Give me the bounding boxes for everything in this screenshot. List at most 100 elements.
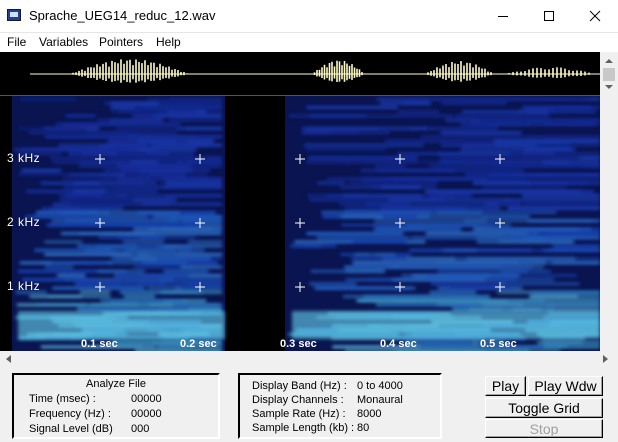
spectral-streak (173, 304, 222, 306)
spectral-streak (467, 258, 576, 260)
spectral-streak (118, 237, 195, 239)
spectral-streak (353, 241, 407, 243)
spectral-streak (162, 228, 222, 230)
frequency-label: Frequency (Hz) : (29, 408, 111, 420)
spectral-streak (484, 216, 530, 218)
display-band-label: Display Band (Hz) : (252, 380, 347, 392)
title-bar: Sprache_UEG14_reduc_12.wav (0, 0, 618, 33)
menu-pointers[interactable]: Pointers (99, 35, 143, 49)
minimize-button[interactable] (480, 0, 526, 32)
sample-rate-label: Sample Rate (Hz) : (252, 408, 346, 420)
spectral-streak (526, 237, 600, 239)
stop-button[interactable]: Stop (485, 419, 603, 438)
spectral-streak (36, 211, 109, 213)
spectral-streak (181, 266, 222, 268)
spectral-streak (317, 182, 344, 184)
spectral-streak (317, 237, 409, 239)
spectral-streak (97, 262, 187, 264)
spectral-streak (553, 245, 600, 247)
spectral-streak (304, 144, 423, 146)
spectral-streak (546, 232, 600, 234)
spectral-streak (105, 211, 180, 213)
spectral-streak (177, 127, 222, 129)
spectral-streak (421, 300, 545, 302)
close-button[interactable] (572, 0, 618, 32)
horizontal-scrollbar[interactable] (0, 351, 618, 367)
spectral-streak (524, 98, 582, 100)
spectral-floor (18, 311, 225, 339)
display-band-value: 0 to 4000 (357, 380, 403, 392)
spectral-streak (500, 283, 580, 285)
control-area: Analyze File Time (msec) : 00000 Frequen… (0, 367, 618, 442)
spectral-streak (357, 300, 425, 302)
spectral-streak (524, 148, 571, 150)
spectral-streak (469, 308, 553, 310)
spectral-streak (364, 295, 490, 297)
spectral-streak (380, 102, 415, 104)
spectral-streak (77, 308, 161, 310)
menu-file[interactable]: File (7, 35, 26, 49)
spectral-streak (152, 144, 222, 146)
spectral-streak (479, 119, 574, 121)
sample-length-label: Sample Length (kb) : (252, 422, 354, 434)
time-label-0-4: 0.4 sec (380, 338, 417, 350)
spectral-streak (548, 308, 600, 310)
spectral-streak (483, 186, 567, 188)
spectral-streak (147, 98, 190, 100)
spectral-streak (537, 342, 600, 344)
maximize-button[interactable] (526, 0, 572, 32)
spectral-streak (21, 169, 61, 171)
waveform-display[interactable] (0, 52, 600, 95)
spectral-streak (110, 119, 163, 121)
spectral-streak (531, 291, 600, 293)
spectral-streak (29, 295, 81, 297)
spectral-streak (524, 136, 600, 138)
spectral-streak (435, 262, 546, 264)
spectral-streak (331, 132, 390, 134)
spectral-streak (487, 228, 591, 230)
spectral-streak (64, 186, 163, 188)
spectral-streak (523, 106, 591, 108)
spectral-streak (178, 249, 204, 251)
play-window-button[interactable]: Play Wdw (528, 376, 603, 396)
spectral-streak (124, 295, 155, 297)
spectral-streak (442, 102, 507, 104)
spectral-streak (306, 148, 386, 150)
freq-label-2khz: 2 kHz (7, 215, 40, 229)
spectral-streak (69, 174, 186, 176)
menu-variables[interactable]: Variables (39, 35, 88, 49)
spectral-streak (523, 153, 600, 155)
spectral-streak (91, 304, 173, 306)
waveform-scrollbar[interactable] (600, 52, 618, 96)
scroll-up-icon (605, 59, 613, 63)
play-button[interactable]: Play (485, 376, 526, 396)
spectral-streak (306, 232, 403, 234)
time-label-0-2: 0.2 sec (180, 338, 217, 350)
spectral-streak (61, 232, 156, 234)
spectral-streak (504, 199, 600, 201)
spectral-streak (438, 270, 551, 272)
spectral-streak (536, 144, 600, 146)
spectral-streak (45, 266, 73, 268)
sample-length-value: 80 (357, 422, 369, 434)
spectral-streak (421, 136, 522, 138)
spectral-streak (536, 140, 600, 142)
file-info-panel: Display Band (Hz) : 0 to 4000 Display Ch… (238, 373, 442, 439)
spectral-streak (101, 300, 183, 302)
spectrogram-display[interactable]: 3 kHz 2 kHz 1 kHz 0.1 sec 0.2 sec 0.3 se… (0, 96, 600, 351)
menu-help[interactable]: Help (156, 35, 181, 49)
spectral-streak (20, 98, 76, 100)
spectral-streak (488, 178, 600, 180)
window-title: Sprache_UEG14_reduc_12.wav (29, 8, 215, 23)
spectral-streak (462, 111, 547, 113)
spectral-streak (74, 190, 106, 192)
freq-label-1khz: 1 kHz (7, 279, 40, 293)
spectral-streak (430, 291, 477, 293)
spectral-streak (444, 249, 477, 251)
spectral-streak (131, 161, 158, 163)
toggle-grid-button[interactable]: Toggle Grid (485, 398, 603, 418)
spectral-streak (310, 115, 366, 117)
spectral-streak (137, 253, 222, 255)
spectral-streak (483, 304, 600, 306)
spectral-streak (398, 111, 439, 113)
